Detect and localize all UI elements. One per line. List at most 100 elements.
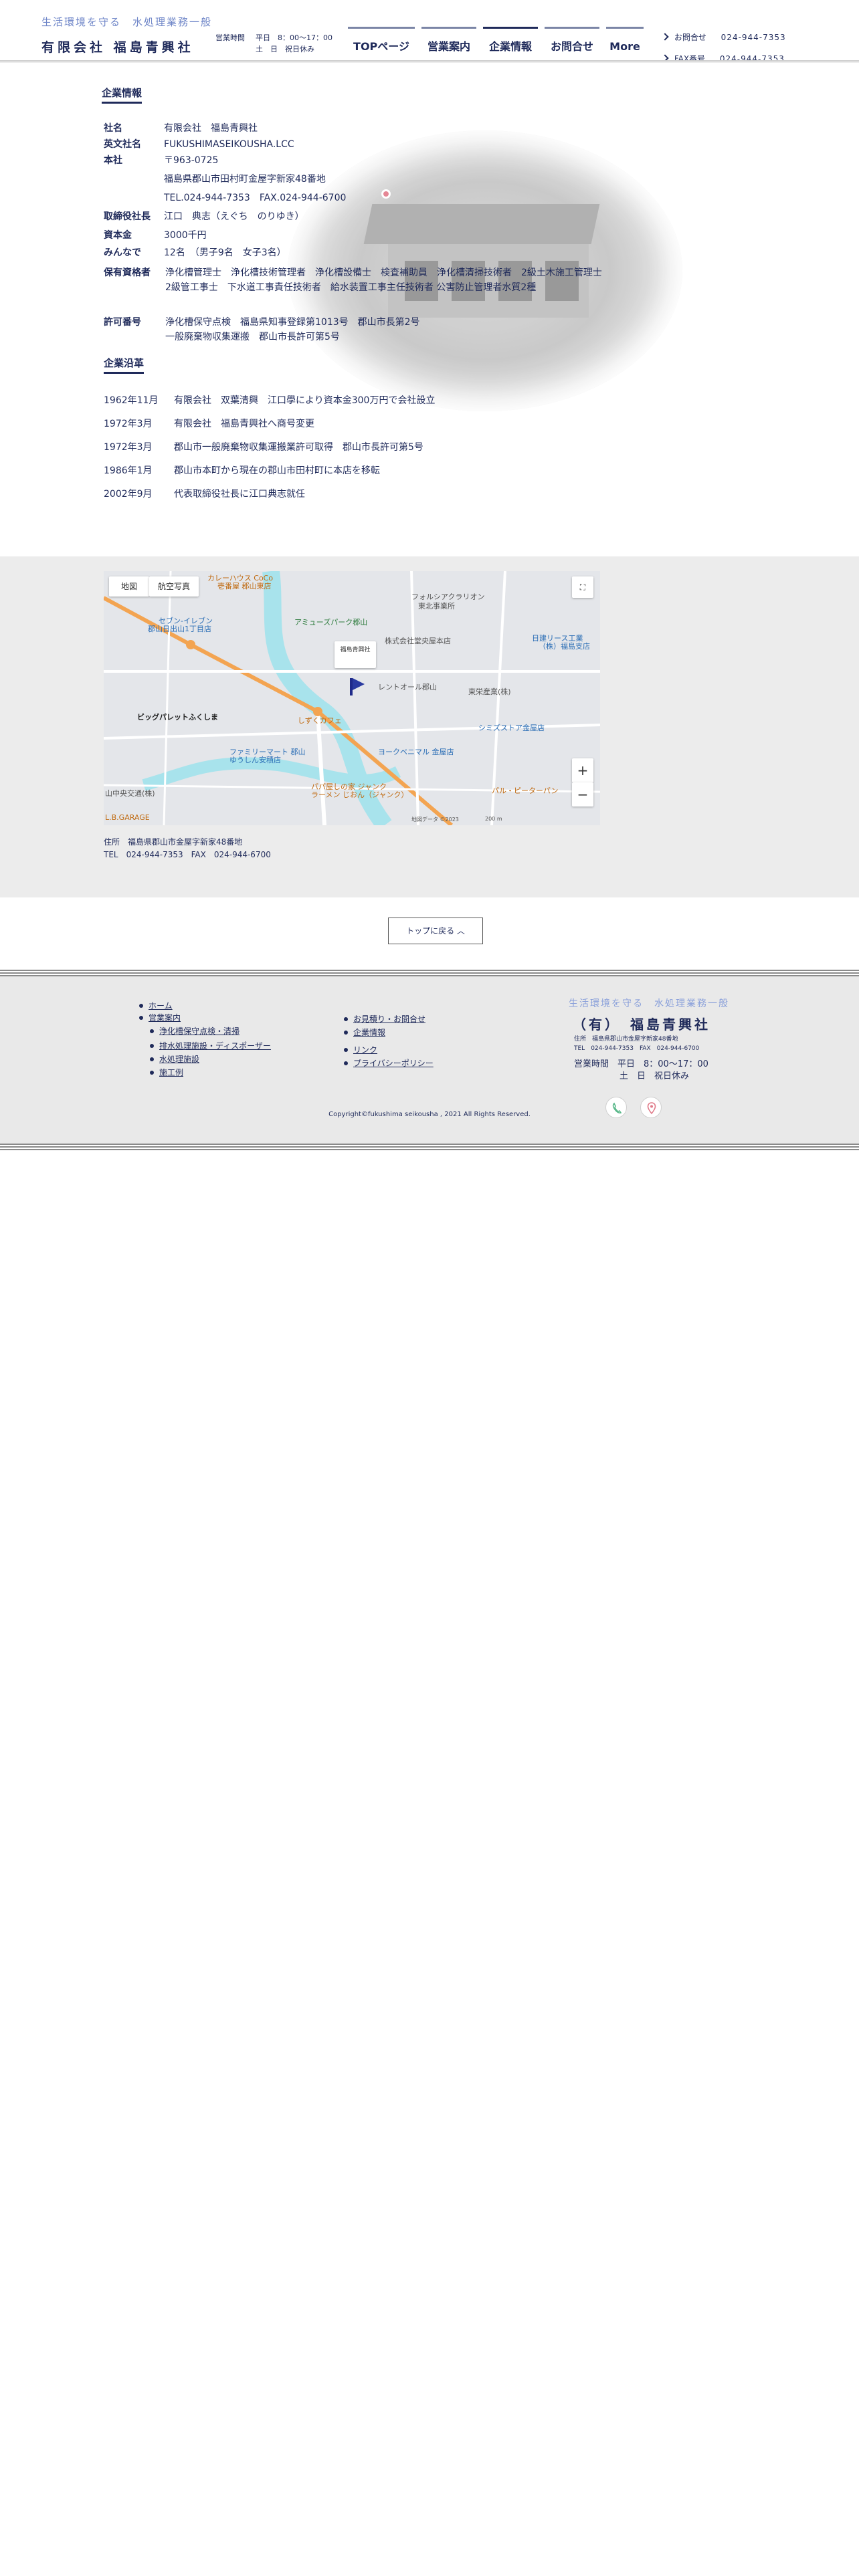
map-poi-label: レントオール郡山: [378, 683, 437, 691]
hours-weekday: 平日 8：00〜17：00: [256, 33, 332, 42]
footer-divider: [0, 1144, 859, 1150]
history-text: 代表取締役社長に江口典志就任: [174, 489, 305, 500]
info-key: 本社: [104, 155, 122, 166]
info-value: 浄化槽管理士 浄化槽技術管理者 浄化槽設備士 検査補助員 浄化槽清掃技術者 2級…: [165, 267, 602, 278]
footer-link-water[interactable]: 水処理施設: [149, 1053, 199, 1066]
footer-link-company[interactable]: 企業情報: [343, 1026, 385, 1039]
info-key: みんなで: [104, 247, 141, 258]
address-line: 住所 福島県郡山市金屋字新家48番地: [104, 837, 243, 847]
footer-link-works[interactable]: 施工例: [149, 1066, 183, 1079]
footer-link-septic[interactable]: 浄化槽保守点検・清掃: [149, 1025, 240, 1038]
history-text: 有限会社 双葉清興 江口學により資本金300万円で会社設立: [174, 395, 436, 406]
flag-icon: [353, 678, 365, 690]
company-logo[interactable]: 有限会社 福島青興社: [41, 37, 194, 56]
history-year: 1986年1月: [104, 465, 153, 476]
map-poi-label: 東北事業所: [418, 602, 455, 611]
footer-tel: TEL 024-944-7353 FAX 024-944-6700: [574, 1045, 700, 1052]
contact-row[interactable]: お問合せ 024-944-7353: [661, 27, 786, 48]
map-poi-label: 株式会社堂央屋本店: [385, 637, 451, 645]
map-poi-label: ヨークベニマル 金屋店: [378, 748, 454, 756]
footer-address: 住所 福島県郡山市金屋字新家48番地: [574, 1036, 678, 1043]
info-value: 〒963-0725: [164, 155, 219, 166]
footer-link-services[interactable]: 営業案内: [138, 1011, 181, 1025]
nav-company[interactable]: 企業情報: [483, 27, 538, 58]
info-key: 英文社名: [104, 139, 141, 150]
info-key: 許可番号: [104, 317, 141, 328]
map-poi-label: 郡山日出山1丁目店: [148, 625, 211, 633]
zoom-in-button[interactable]: +: [572, 758, 593, 782]
nav-more[interactable]: More: [606, 27, 644, 58]
info-value: TEL.024-944-7353 FAX.024-944-6700: [164, 193, 347, 203]
fullscreen-icon[interactable]: ⛶: [572, 576, 593, 598]
marker-popup-label: 福島青興社: [340, 647, 371, 653]
chevron-right-icon: [661, 33, 669, 41]
map-poi-label: ゆうしん安積店: [229, 756, 281, 764]
history-title: 企業沿革: [104, 356, 145, 374]
info-value: FUKUSHIMASEIKOUSHA.LCC: [164, 139, 294, 150]
footer-link-privacy[interactable]: プライバシーポリシー: [344, 1057, 434, 1070]
zoom-out-button[interactable]: −: [572, 782, 593, 807]
hours-label: 営業時間: [215, 33, 245, 42]
map-poi-label: アミューズパーク郡山: [294, 618, 368, 627]
footer-divider: [0, 970, 859, 976]
map-pin-icon: [381, 189, 391, 199]
nav-contact[interactable]: お問合せ: [545, 27, 599, 58]
map-poi-label: 壱番屋 郡山東店: [217, 582, 272, 591]
history-year: 1962年11月: [104, 395, 159, 406]
footer-hours: 営業時間 平日 8：00〜17：00: [574, 1059, 708, 1069]
back-to-top-button[interactable]: トップに戻る ︿: [388, 918, 483, 944]
history-year: 2002年9月: [104, 489, 153, 500]
contact-label: お問合せ: [674, 33, 706, 42]
map-type-satellite[interactable]: 航空写真: [149, 576, 199, 597]
info-value: 2級管工事士 下水道工事責任技術者 給水装置工事主任技術者 公害防止管理者水質2…: [165, 282, 537, 293]
footer-tagline: 生活環境を守る 水処理業務一般: [569, 998, 729, 1009]
history-year: 1972年3月: [104, 419, 153, 429]
footer-link-home[interactable]: ホーム: [139, 999, 173, 1012]
photo-roof: [363, 204, 600, 244]
tel-line: TEL 024-944-7353 FAX 024-944-6700: [104, 850, 271, 859]
fax-row: FAX番号 024-944-7353: [661, 48, 785, 70]
footer-link-drainage[interactable]: 排水処理施設・ディスポーザー: [150, 1039, 271, 1053]
info-value: 浄化槽保守点検 福島県知事登録第1013号 郡山市長第2号: [165, 317, 420, 328]
info-value: 福島県郡山市田村町金屋字新家48番地: [164, 174, 326, 185]
company-info-title: 企業情報: [102, 86, 142, 104]
info-key: 取締役社長: [104, 211, 151, 222]
contact-phone[interactable]: 024-944-7353: [721, 33, 786, 42]
footer-holidays: 土 日 祝日休み: [619, 1071, 690, 1081]
info-value: 有限会社 福島青興社: [164, 123, 258, 134]
nav-top[interactable]: TOPページ: [348, 27, 415, 58]
history-year: 1972年3月: [104, 442, 153, 453]
map-poi-label: （株）福島支店: [539, 642, 590, 651]
map-poi-label: ラーメン じおん（ジャンク）: [311, 790, 409, 799]
info-key: 資本金: [104, 230, 132, 241]
copyright: Copyright©fukushima seikousha , 2021 All…: [328, 1111, 531, 1118]
info-value: 12名 （男子9名 女子3名）: [164, 247, 286, 258]
site-header: 生活環境を守る 水処理業務一般 有限会社 福島青興社 営業時間 平日 8：00〜…: [0, 0, 859, 64]
map-poi-label: ビッグパレットふくしま: [137, 713, 218, 722]
map-scale: 200 m: [485, 816, 502, 822]
info-value: 江口 典志（えぐち のりゆき）: [164, 211, 304, 222]
footer-link-inquiry[interactable]: お見積り・お問合せ: [343, 1012, 425, 1026]
history-text: 郡山市一般廃棄物収集運搬業許可取得 郡山市長許可第5号: [174, 442, 423, 453]
info-value: 一般廃棄物収集運搬 郡山市長許可第5号: [165, 332, 340, 342]
marker-popup[interactable]: 福島青興社: [335, 641, 376, 668]
info-key: 保有資格者: [104, 267, 151, 278]
footer-link-links[interactable]: リンク: [343, 1043, 377, 1057]
history-text: 郡山市本町から現在の郡山市田村町に本店を移転: [174, 465, 380, 476]
map-poi-label: パル・ピーターパン: [492, 786, 559, 795]
map-poi-label: L.B.GARAGE: [105, 813, 150, 822]
footer-company-name: （有） 福島青興社: [573, 1016, 710, 1033]
header-divider: [0, 60, 859, 63]
info-key: 社名: [104, 123, 122, 134]
map-type-map[interactable]: 地図: [109, 576, 149, 597]
map-attribution: 地図データ ©2023: [411, 817, 459, 823]
header-tagline: 生活環境を守る 水処理業務一般: [41, 16, 213, 28]
history-text: 有限会社 福島青興社へ商号変更: [174, 419, 314, 429]
hours-holiday: 土 日 祝日休み: [256, 45, 314, 53]
nav-services[interactable]: 営業案内: [421, 27, 476, 58]
map-poi-label: しずくカフェ: [298, 716, 342, 725]
map-poi-label: シミズストア金屋店: [478, 724, 545, 732]
google-map[interactable]: 地図 航空写真 ⛶ + − 福島青興社 カレーハウス CoCo 壱番屋 郡山東店…: [104, 571, 600, 825]
map-poi-label: 山中央交通(株): [105, 789, 155, 798]
map-poi-label: 東栄産業(株): [468, 687, 511, 696]
